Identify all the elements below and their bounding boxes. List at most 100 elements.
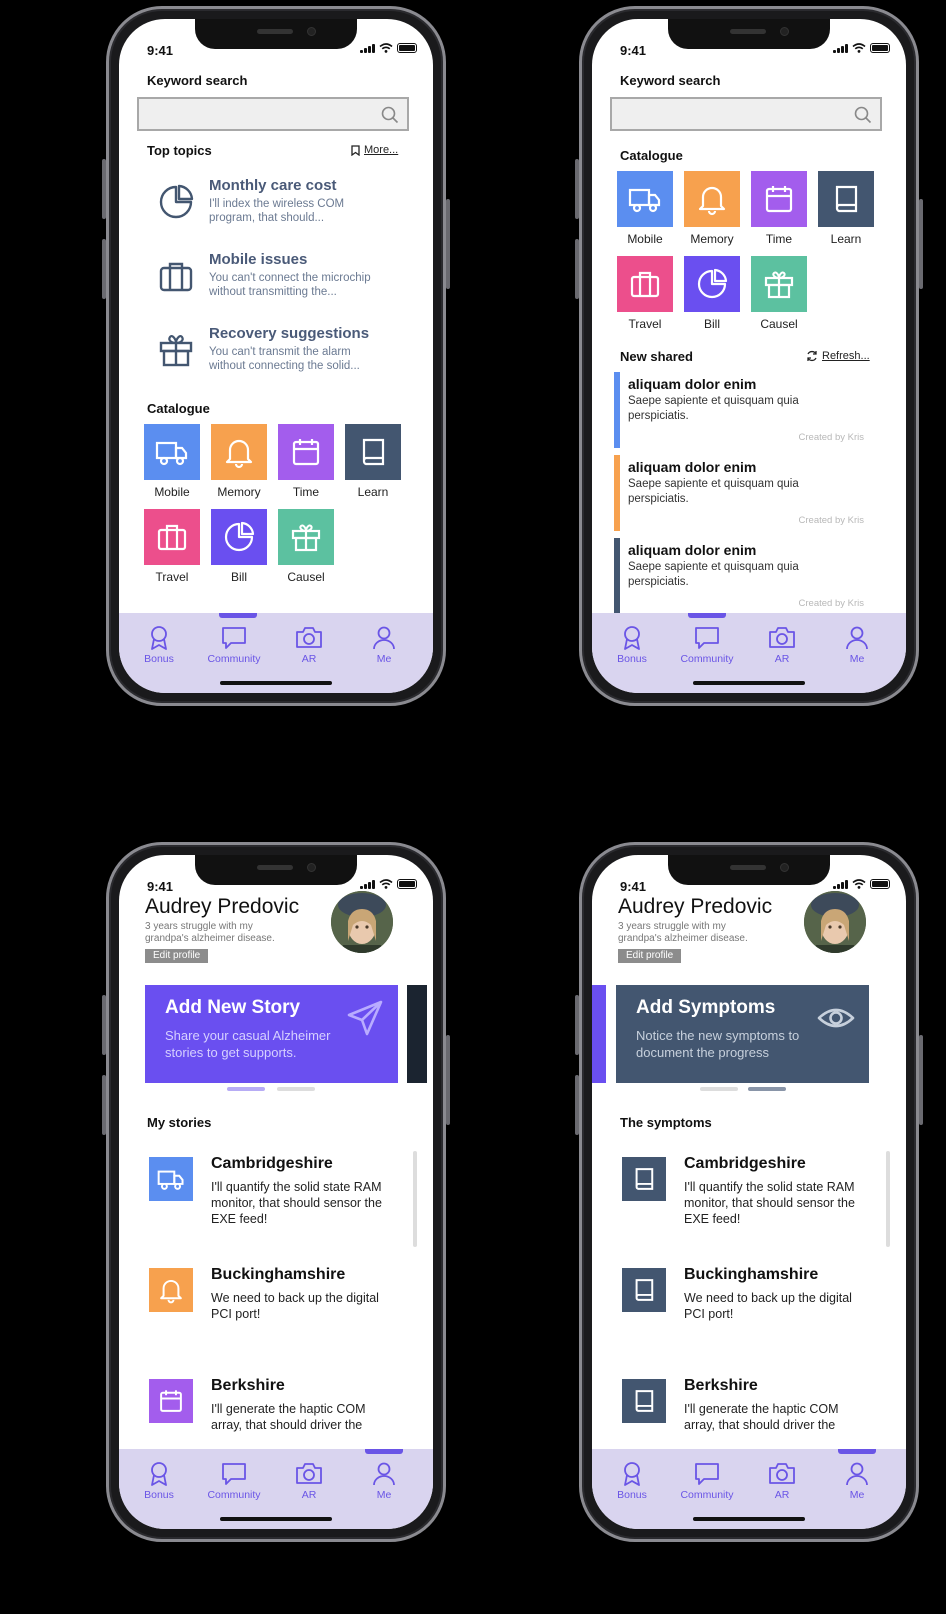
story-title: Buckinghamshire	[211, 1266, 346, 1283]
tab-bonus[interactable]: Bonus	[602, 1461, 662, 1501]
topic-title: Recovery suggestions	[209, 325, 370, 342]
book-icon	[635, 1168, 654, 1190]
catalogue-item-causel[interactable]: Causel	[278, 509, 334, 584]
shared-item[interactable]: aliquam dolor enim Saepe sapiente et qui…	[614, 538, 870, 616]
catalogue-item-memory[interactable]: Memory	[684, 171, 740, 246]
shared-desc: Saepe sapiente et quisquam quia perspici…	[628, 561, 799, 588]
symptom-item[interactable]: Buckinghamshire We need to back up the d…	[622, 1266, 862, 1366]
battery-icon	[870, 879, 890, 889]
truck-icon	[155, 441, 188, 466]
tab-ar[interactable]: AR	[752, 625, 812, 665]
prev-card-peek[interactable]	[592, 985, 606, 1083]
catalogue-item-causel[interactable]: Causel	[751, 256, 807, 331]
carousel-dot-active[interactable]	[748, 1087, 786, 1091]
tab-bonus[interactable]: Bonus	[602, 625, 662, 665]
refresh-link[interactable]: Refresh...	[806, 350, 870, 362]
bell-icon	[698, 186, 726, 216]
truck-icon	[157, 1170, 184, 1190]
message-icon	[222, 1463, 246, 1485]
tab-community[interactable]: Community	[204, 625, 264, 665]
next-card-peek[interactable]	[407, 985, 427, 1083]
shared-item[interactable]: aliquam dolor enim Saepe sapiente et qui…	[614, 455, 870, 533]
catalogue-item-mobile[interactable]: Mobile	[617, 171, 673, 246]
tab-community[interactable]: Community	[204, 1461, 264, 1501]
topic-item[interactable]: Recovery suggestions You can't transmit …	[157, 325, 397, 385]
catalogue-item-bill[interactable]: Bill	[211, 509, 267, 584]
topic-item[interactable]: Monthly care cost I'll index the wireles…	[157, 177, 397, 237]
carousel-dot-active[interactable]	[227, 1087, 265, 1091]
avatar-image	[804, 891, 866, 953]
symptom-desc: I'll generate the haptic COM array, that…	[684, 1402, 839, 1432]
tab-community[interactable]: Community	[677, 625, 737, 665]
edit-profile-button[interactable]: Edit profile	[618, 949, 682, 963]
carousel-dot[interactable]	[700, 1087, 738, 1091]
symptom-item[interactable]: Cambridgeshire I'll quantify the solid s…	[622, 1155, 862, 1255]
catalogue-label: Learn	[357, 485, 389, 499]
catalogue-label: Memory	[217, 485, 261, 499]
catalogue-item-mobile[interactable]: Mobile	[144, 424, 200, 499]
search-input[interactable]	[610, 97, 882, 131]
tab-ar[interactable]: AR	[279, 625, 339, 665]
shared-author: Created by Kris	[798, 432, 864, 443]
story-item[interactable]: Buckinghamshire We need to back up the d…	[149, 1266, 389, 1366]
tab-me[interactable]: Me	[827, 625, 887, 665]
tab-bonus[interactable]: Bonus	[129, 1461, 189, 1501]
refresh-label: Refresh...	[822, 350, 870, 362]
tab-bonus[interactable]: Bonus	[129, 625, 189, 665]
tab-ar[interactable]: AR	[752, 1461, 812, 1501]
catalogue-item-memory[interactable]: Memory	[211, 424, 267, 499]
catalogue-item-learn[interactable]: Learn	[345, 424, 401, 499]
catalogue-label: Learn	[830, 232, 862, 246]
story-title: Cambridgeshire	[211, 1155, 333, 1172]
more-link[interactable]: More...	[351, 144, 398, 156]
catalogue-label: Travel	[628, 317, 662, 331]
topic-title: Mobile issues	[209, 251, 308, 268]
catalogue-item-bill[interactable]: Bill	[684, 256, 740, 331]
tab-me[interactable]: Me	[354, 625, 414, 665]
edit-profile-button[interactable]: Edit profile	[145, 949, 209, 963]
catalogue-item-time[interactable]: Time	[278, 424, 334, 499]
shared-item[interactable]: aliquam dolor enim Saepe sapiente et qui…	[614, 372, 870, 450]
more-label: More...	[364, 144, 399, 156]
tab-me[interactable]: Me	[827, 1461, 887, 1501]
carousel-dot[interactable]	[277, 1087, 315, 1091]
story-desc: I'll quantify the solid state RAM monito…	[211, 1180, 382, 1226]
my-stories-title: My stories	[147, 1115, 212, 1130]
wifi-icon	[852, 43, 866, 53]
scrollbar[interactable]	[886, 1151, 890, 1247]
notch	[195, 19, 357, 49]
mockup-stage: 9:41 Keyword search Top topics More... M…	[0, 0, 946, 1614]
catalogue-item-learn[interactable]: Learn	[818, 171, 874, 246]
story-title: Berkshire	[211, 1377, 285, 1394]
symptom-title: Cambridgeshire	[684, 1155, 806, 1172]
shared-author: Created by Kris	[798, 598, 864, 609]
phone-profile-stories: 9:41 Audrey Predovic 3 years struggle wi…	[102, 842, 450, 1542]
add-story-card[interactable]: Add New Story Share your casual Alzheime…	[145, 985, 398, 1083]
catalogue-item-travel[interactable]: Travel	[144, 509, 200, 584]
topic-item[interactable]: Mobile issues You can't connect the micr…	[157, 251, 397, 311]
catalogue-item-time[interactable]: Time	[751, 171, 807, 246]
tab-ar[interactable]: AR	[279, 1461, 339, 1501]
tab-community[interactable]: Community	[677, 1461, 737, 1501]
story-item[interactable]: Cambridgeshire I'll quantify the solid s…	[149, 1155, 389, 1255]
search-input[interactable]	[137, 97, 409, 131]
banner-desc: Share your casual Alzheimer stories to g…	[165, 1028, 331, 1060]
briefcase-icon	[159, 262, 193, 292]
scrollbar[interactable]	[413, 1151, 417, 1247]
avatar[interactable]	[331, 891, 393, 953]
shared-title: aliquam dolor enim	[628, 542, 757, 558]
signal-icon	[360, 43, 375, 53]
catalogue-label: Bill	[230, 570, 247, 584]
catalogue-item-travel[interactable]: Travel	[617, 256, 673, 331]
avatar[interactable]	[804, 891, 866, 953]
tab-bar: Bonus Community AR Me	[119, 1449, 433, 1529]
profile-desc: 3 years struggle with my grandpa's alzhe…	[618, 921, 748, 944]
camera-icon	[296, 1463, 322, 1484]
phone-home-topics: 9:41 Keyword search Top topics More... M…	[102, 6, 450, 706]
keyword-search-title: Keyword search	[620, 73, 721, 88]
tab-label: Me	[849, 653, 865, 665]
color-bar	[614, 372, 620, 448]
catalogue-label: Bill	[703, 317, 720, 331]
add-symptoms-card[interactable]: Add Symptoms Notice the new symptoms to …	[616, 985, 869, 1083]
tab-me[interactable]: Me	[354, 1461, 414, 1501]
